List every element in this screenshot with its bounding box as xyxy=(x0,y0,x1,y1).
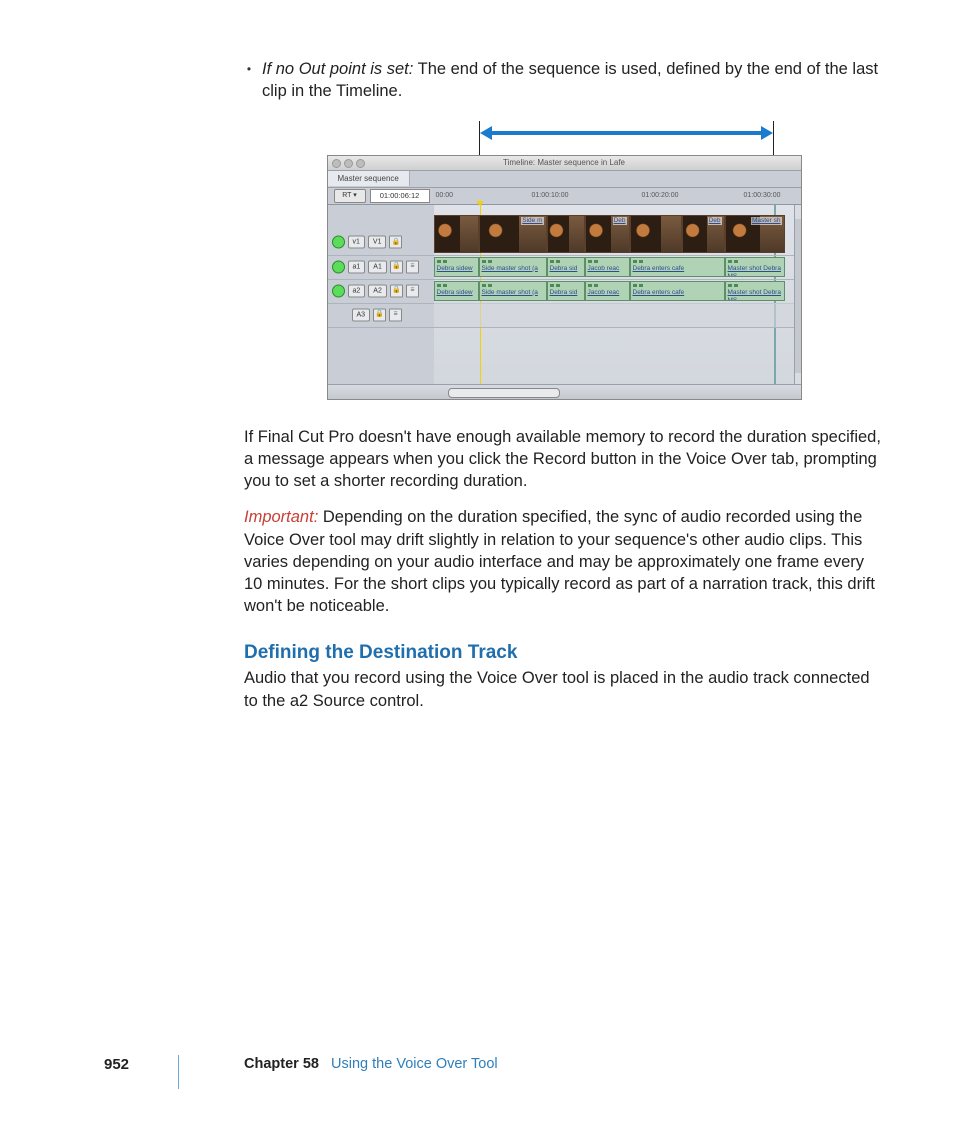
footer-chapter: Chapter 58 xyxy=(244,1056,319,1072)
audio-track-row-empty xyxy=(434,303,794,328)
traffic-lights xyxy=(332,159,365,168)
audio-track-row: Debra sidew Side master shot (a Debra si… xyxy=(434,279,794,304)
important-body: Depending on the duration specified, the… xyxy=(244,508,875,615)
audio-clip[interactable]: Side master shot (a xyxy=(479,257,547,277)
audio-clip[interactable]: Jacob reac xyxy=(585,257,630,277)
audio-clip[interactable]: Jacob reac xyxy=(585,281,630,301)
bullet-label: If no Out point is set: xyxy=(262,60,413,78)
dest-V1[interactable]: V1 xyxy=(368,235,387,248)
range-arrow xyxy=(327,121,802,155)
paragraph-memory: If Final Cut Pro doesn't have enough ava… xyxy=(244,426,884,493)
current-timecode[interactable]: 01:00:06:12 xyxy=(370,189,430,203)
enable-dot[interactable] xyxy=(332,235,345,248)
toggle-icon[interactable]: ≡ xyxy=(406,260,419,273)
page-number: 952 xyxy=(104,1055,129,1075)
audio-clip[interactable]: Debra sid xyxy=(547,281,585,301)
timeline-screenshot: Timeline: Master sequence in Lafe Master… xyxy=(327,155,802,400)
toggle-icon[interactable]: ≡ xyxy=(389,308,402,321)
footer-text: Chapter 58 Using the Voice Over Tool xyxy=(244,1055,498,1075)
video-clip[interactable]: Deb xyxy=(682,215,725,253)
lock-icon[interactable]: 🔒 xyxy=(389,235,402,248)
audio-clip[interactable]: Debra sidew xyxy=(434,281,479,301)
video-clip[interactable] xyxy=(630,215,682,253)
lock-icon[interactable]: 🔒 xyxy=(390,284,403,297)
audio-clip[interactable]: Debra enters cafe xyxy=(630,257,725,277)
paragraph-important: Important: Depending on the duration spe… xyxy=(244,506,884,617)
figure: Timeline: Master sequence in Lafe Master… xyxy=(327,121,802,400)
footer-title: Using the Voice Over Tool xyxy=(331,1056,498,1072)
tracks-area: v1 V1 🔒 a1 A1 🔒 ≡ xyxy=(328,205,801,387)
sequence-tab[interactable]: Master sequence xyxy=(328,171,410,186)
ruler-tick: 01:00:30:00 xyxy=(744,191,781,200)
window-titlebar: Timeline: Master sequence in Lafe xyxy=(328,156,801,171)
toggle-icon[interactable]: ≡ xyxy=(406,284,419,297)
audio-track-row: Debra sidew Side master shot (a Debra si… xyxy=(434,255,794,280)
dest-A3[interactable]: A3 xyxy=(352,308,371,321)
bullet-dot: • xyxy=(244,58,254,103)
bottom-toolbar xyxy=(328,384,801,399)
rt-button[interactable]: RT ▾ xyxy=(334,189,366,203)
bullet-body: If no Out point is set: The end of the s… xyxy=(262,58,884,103)
video-clip[interactable] xyxy=(434,215,479,253)
section-heading: Defining the Destination Track xyxy=(244,640,884,666)
dest-A1[interactable]: A1 xyxy=(368,260,387,273)
vertical-scrollbar[interactable] xyxy=(794,219,801,373)
important-label: Important: xyxy=(244,508,318,526)
bullet-item: • If no Out point is set: The end of the… xyxy=(244,58,884,103)
video-track-row: Side m Deb Deb Master sh xyxy=(434,213,794,256)
audio-clip[interactable]: Debra enters cafe xyxy=(630,281,725,301)
enable-dot[interactable] xyxy=(332,284,345,297)
audio-clip[interactable]: Debra sid xyxy=(547,257,585,277)
video-clip[interactable]: Master sh xyxy=(725,215,785,253)
video-clip[interactable]: Side m xyxy=(479,215,547,253)
track-headers: v1 V1 🔒 a1 A1 🔒 ≡ xyxy=(328,205,435,387)
video-clip[interactable] xyxy=(547,215,585,253)
source-a2[interactable]: a2 xyxy=(348,284,366,297)
audio-clip[interactable]: Master shot Debra MS xyxy=(725,281,785,301)
dest-A2[interactable]: A2 xyxy=(368,284,387,297)
ruler-tick: 01:00:20:00 xyxy=(642,191,679,200)
window-title: Timeline: Master sequence in Lafe xyxy=(503,158,625,167)
horizontal-scrollbar[interactable] xyxy=(448,388,560,398)
lock-icon[interactable]: 🔒 xyxy=(390,260,403,273)
footer-divider xyxy=(178,1055,179,1089)
ruler-tick: 01:00:10:00 xyxy=(532,191,569,200)
audio-clip[interactable]: Side master shot (a xyxy=(479,281,547,301)
ruler-area[interactable]: 00:00 01:00:10:00 01:00:20:00 01:00:30:0… xyxy=(434,188,795,204)
timeline-canvas[interactable]: Side m Deb Deb Master sh Debra sidew Sid… xyxy=(434,205,795,387)
section-body: Audio that you record using the Voice Ov… xyxy=(244,667,884,712)
video-clip[interactable]: Deb xyxy=(585,215,630,253)
audio-clip[interactable]: Debra sidew xyxy=(434,257,479,277)
page-content: • If no Out point is set: The end of the… xyxy=(244,58,884,726)
source-a1[interactable]: a1 xyxy=(348,260,366,273)
ruler-tick: 00:00 xyxy=(436,191,454,200)
enable-dot[interactable] xyxy=(332,260,345,273)
source-v1[interactable]: v1 xyxy=(348,235,365,248)
ruler-bar: RT ▾ 01:00:06:12 00:00 01:00:10:00 01:00… xyxy=(328,188,801,205)
audio-clip[interactable]: Master shot Debra MS xyxy=(725,257,785,277)
lock-icon[interactable]: 🔒 xyxy=(373,308,386,321)
sequence-tabbar: Master sequence xyxy=(328,171,801,188)
